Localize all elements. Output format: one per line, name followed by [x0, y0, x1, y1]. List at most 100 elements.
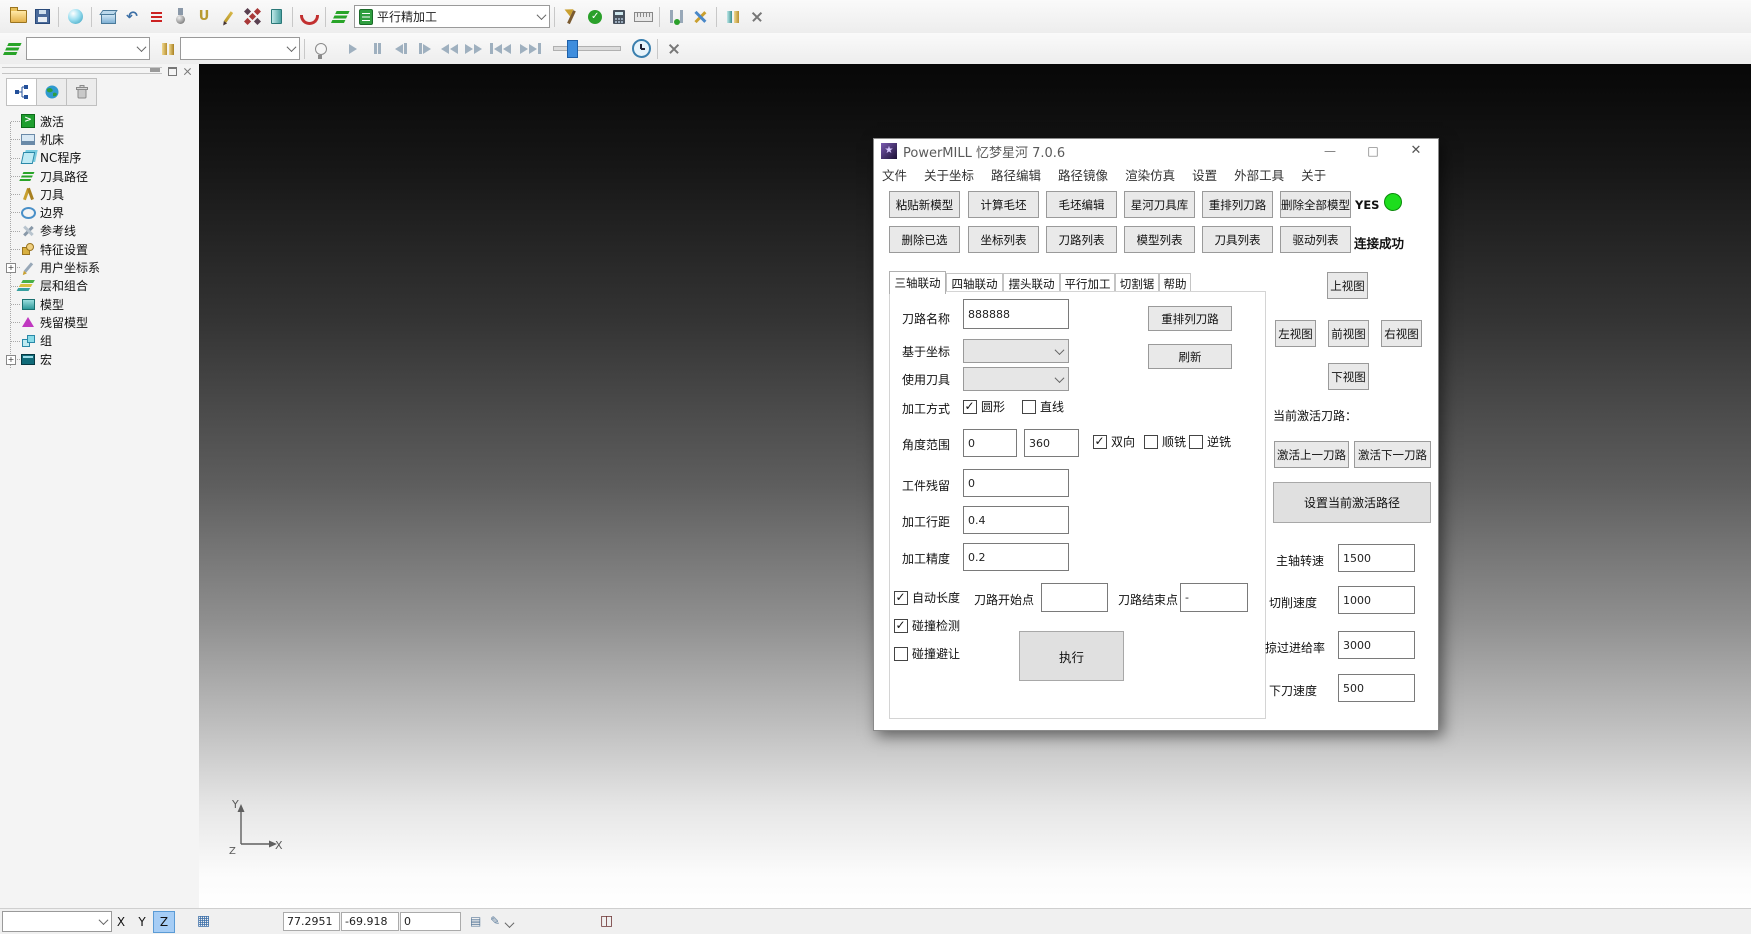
toolbar-close-icon[interactable] [745, 5, 769, 29]
tree-item-models[interactable]: 模型 [6, 295, 197, 313]
activate-prev-button[interactable]: 激活上一刀路 [1274, 441, 1349, 468]
pause-icon[interactable] [365, 37, 389, 61]
delete-all-models-button[interactable]: 删除全部模型 [1280, 191, 1351, 218]
collision-avoid-checkbox[interactable]: 碰撞避让 [894, 645, 960, 662]
toolpath-undo-icon[interactable]: ↶ [120, 5, 144, 29]
angle-to-input[interactable] [1024, 429, 1079, 457]
conventional-checkbox[interactable]: 逆铣 [1189, 433, 1231, 450]
close-button[interactable]: ✕ [1404, 141, 1428, 161]
method-circle-checkbox[interactable]: 圆形 [963, 398, 1005, 415]
menu-path-edit[interactable]: 路径编辑 [991, 165, 1041, 184]
coord-combo[interactable] [963, 339, 1069, 363]
method-line-checkbox[interactable]: 直线 [1022, 398, 1064, 415]
coord-x-input[interactable] [283, 912, 340, 931]
toolpath-combo[interactable] [180, 37, 300, 60]
tree-item-nc-programs[interactable]: NC程序 [6, 149, 197, 167]
stock-input[interactable] [963, 469, 1069, 497]
collision-check-checkbox[interactable]: 碰撞检测 [894, 617, 960, 634]
tool-holder-icon[interactable] [264, 5, 288, 29]
expand-plus-icon[interactable]: + [6, 355, 16, 365]
statusbar-combo[interactable] [2, 911, 112, 932]
turning-tool-icon[interactable] [144, 5, 168, 29]
shaded-render-icon[interactable] [63, 5, 87, 29]
tree-item-boundaries[interactable]: 边界 [6, 203, 197, 221]
coord-z-input[interactable] [400, 912, 461, 931]
tab-globe[interactable] [37, 78, 67, 106]
rearrange-button[interactable]: 重排列刀路 [1148, 306, 1232, 331]
tree-item-groups[interactable]: 组 [6, 332, 197, 350]
tool-combo[interactable] [963, 367, 1069, 391]
delete-selected-button[interactable]: 删除已选 [889, 226, 960, 253]
stepover-input[interactable] [963, 506, 1069, 534]
open-file-icon[interactable] [6, 5, 30, 29]
view-bottom-button[interactable]: 下视图 [1328, 363, 1369, 390]
list-icon[interactable]: ▤ [470, 915, 481, 927]
fast-forward-icon[interactable] [461, 37, 485, 61]
expand-plus-icon[interactable]: + [6, 263, 16, 273]
step-forward-icon[interactable] [413, 37, 437, 61]
tab-trash[interactable] [67, 78, 97, 106]
tree-item-activate[interactable]: >激活 [6, 112, 197, 130]
rearrange-toolpaths-button[interactable]: 重排列刀路 [1202, 191, 1273, 218]
tab-3axis[interactable]: 三轴联动 [889, 271, 946, 294]
end-point-input[interactable] [1180, 583, 1248, 612]
tree-item-toolpaths[interactable]: 刀具路径 [6, 167, 197, 185]
paste-new-model-button[interactable]: 粘贴新模型 [889, 191, 960, 218]
coord-list-button[interactable]: 坐标列表 [968, 226, 1039, 253]
verify-toolpath-icon[interactable] [583, 5, 607, 29]
thread-mill-icon[interactable] [297, 5, 321, 29]
clock-icon[interactable] [629, 37, 653, 61]
skim-feed-input[interactable] [1338, 631, 1415, 659]
machine-clamp-icon[interactable] [664, 5, 688, 29]
tree-item-machine[interactable]: 机床 [6, 130, 197, 148]
chevron-down-icon[interactable] [505, 918, 515, 928]
dialog-titlebar[interactable]: ★ PowerMILL 忆梦星河 7.0.6 [874, 139, 1438, 163]
pattern-icon[interactable] [240, 5, 264, 29]
tree-item-levels[interactable]: 层和组合 [6, 277, 197, 295]
measure-ruler-icon[interactable] [631, 5, 655, 29]
screen-icon[interactable]: ◫ [600, 914, 613, 928]
tree-item-patterns[interactable]: 参考线 [6, 222, 197, 240]
activate-next-button[interactable]: 激活下一刀路 [1354, 441, 1431, 468]
menu-coordinates[interactable]: 关于坐标 [924, 165, 974, 184]
tool-library-button[interactable]: 星河刀具库 [1124, 191, 1195, 218]
tab-explorer-tree[interactable] [6, 78, 37, 106]
grid-table-icon[interactable]: ▦ [197, 914, 210, 928]
strategy-combo[interactable]: 平行精加工 [354, 5, 550, 28]
nc-program-combo[interactable] [26, 37, 150, 60]
toolpath-list-button[interactable]: 刀路列表 [1046, 226, 1117, 253]
panel-close-icon[interactable] [181, 65, 194, 77]
panel-float-icon[interactable] [166, 65, 179, 77]
toolpath-name-input[interactable] [963, 299, 1069, 329]
save-icon[interactable] [30, 5, 54, 29]
create-block-icon[interactable] [96, 5, 120, 29]
block-edit-button[interactable]: 毛坯编辑 [1046, 191, 1117, 218]
toolbar-close-icon[interactable] [662, 37, 686, 61]
auto-length-checkbox[interactable]: 自动长度 [894, 589, 960, 606]
speed-slider[interactable] [553, 46, 621, 51]
axis-x-button[interactable]: X [110, 911, 132, 933]
edit-pencil-icon[interactable]: ✎ [490, 915, 500, 927]
menu-settings[interactable]: 设置 [1192, 165, 1217, 184]
tool-list-button[interactable]: 刀具列表 [1202, 226, 1273, 253]
annotate-pencil-icon[interactable] [216, 5, 240, 29]
go-start-icon[interactable] [485, 37, 515, 61]
calc-block-button[interactable]: 计算毛坯 [968, 191, 1039, 218]
cutting-speed-input[interactable] [1338, 586, 1415, 614]
model-list-button[interactable]: 模型列表 [1124, 226, 1195, 253]
go-end-icon[interactable] [515, 37, 545, 61]
plunge-speed-input[interactable] [1338, 674, 1415, 702]
spindle-speed-input[interactable] [1338, 544, 1415, 572]
tree-item-workplanes[interactable]: +用户坐标系 [6, 258, 197, 276]
menu-file[interactable]: 文件 [882, 165, 907, 184]
view-front-button[interactable]: 前视图 [1328, 320, 1369, 347]
tool-pair-icon[interactable] [721, 5, 745, 29]
tree-item-feature-sets[interactable]: 特征设置 [6, 240, 197, 258]
angle-from-input[interactable] [963, 429, 1017, 457]
transform-swap-icon[interactable] [688, 5, 712, 29]
coord-y-input[interactable] [341, 912, 399, 931]
set-active-path-button[interactable]: 设置当前激活路径 [1273, 482, 1431, 523]
execute-button[interactable]: 执行 [1019, 631, 1124, 681]
menu-about[interactable]: 关于 [1301, 165, 1326, 184]
minimize-button[interactable]: — [1318, 141, 1342, 161]
